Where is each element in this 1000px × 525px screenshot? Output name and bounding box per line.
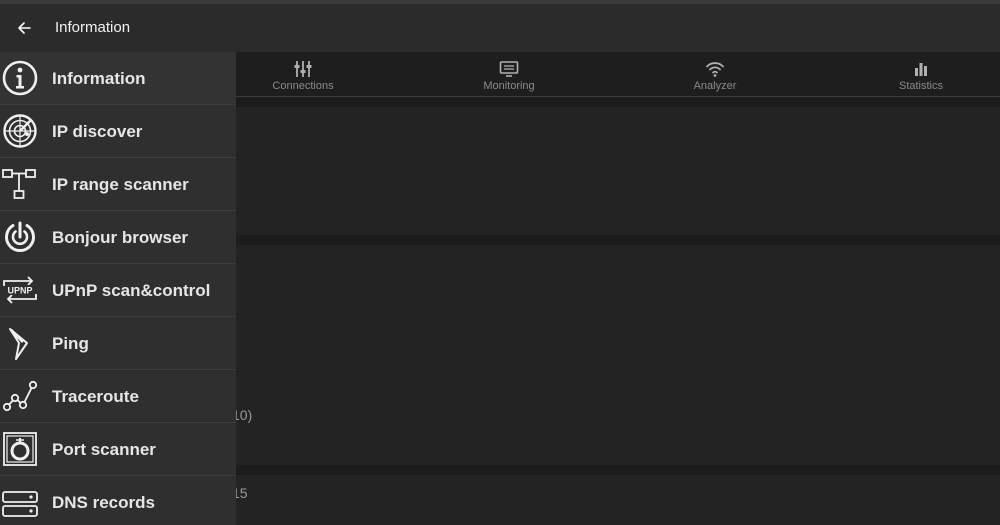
drawer-item-upnp-scan-control[interactable]: UPNP UPnP scan&control <box>0 264 236 317</box>
drawer-item-ip-range-scanner[interactable]: IP range scanner <box>0 158 236 211</box>
drawer-item-label: Ping <box>52 334 89 353</box>
connections-icon <box>294 61 312 77</box>
svg-text:UPNP: UPNP <box>7 286 32 296</box>
radar-icon <box>3 114 37 148</box>
drawer-item-label: DNS records <box>52 493 155 512</box>
tab-label: Monitoring <box>483 80 535 92</box>
info-icon <box>2 60 38 96</box>
drawer-item-bonjour-browser[interactable]: Bonjour browser <box>0 211 236 264</box>
wifi-icon <box>706 62 724 77</box>
traceroute-icon <box>2 380 38 412</box>
bonjour-icon <box>5 221 35 252</box>
tab-label: Statistics <box>898 80 943 92</box>
navigation-drawer: Information IP discover IP range scanner <box>0 52 236 525</box>
drawer-item-label: IP discover <box>52 122 143 141</box>
page-title: Information <box>55 19 131 36</box>
drawer-item-port-scanner[interactable]: Port scanner <box>0 423 236 476</box>
drawer-item-ip-discover[interactable]: IP discover <box>0 105 236 158</box>
drawer-item-label: Bonjour browser <box>52 228 189 247</box>
back-button[interactable] <box>8 12 40 44</box>
drawer-item-information[interactable]: Information <box>0 52 236 105</box>
bar-chart-icon <box>915 63 927 76</box>
ping-icon <box>9 328 28 360</box>
drawer-item-label: Traceroute <box>52 387 139 406</box>
upnp-icon: UPNP <box>3 276 37 304</box>
drawer-item-label: UPnP scan&control <box>52 281 211 300</box>
monitor-icon <box>499 61 519 77</box>
tab-label: Analyzer <box>693 80 737 92</box>
drawer-item-dns-records[interactable]: DNS records <box>0 476 236 525</box>
drawer-item-label: Information <box>52 69 146 88</box>
tab-statistics[interactable]: Statistics <box>818 52 1000 97</box>
arrow-left-icon <box>18 22 31 34</box>
port-scanner-icon <box>3 432 37 466</box>
app-bar: Information <box>0 4 1000 52</box>
drawer-item-label: IP range scanner <box>52 175 189 194</box>
network-tree-icon <box>2 169 36 199</box>
dns-icon <box>2 491 38 517</box>
tab-analyzer[interactable]: Analyzer <box>612 52 818 97</box>
drawer-item-traceroute[interactable]: Traceroute <box>0 370 236 423</box>
drawer-item-label: Port scanner <box>52 440 156 459</box>
drawer-item-ping[interactable]: Ping <box>0 317 236 370</box>
tab-monitoring[interactable]: Monitoring <box>406 52 612 97</box>
